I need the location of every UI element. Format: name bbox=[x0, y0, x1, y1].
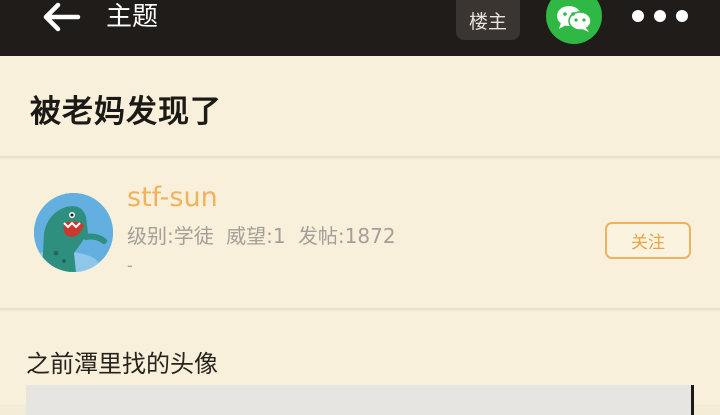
author-signature: - bbox=[127, 256, 133, 275]
post-image[interactable] bbox=[26, 385, 694, 415]
top-bar: 主题 楼主 bbox=[0, 0, 720, 56]
wechat-share-button[interactable] bbox=[546, 0, 602, 44]
avatar[interactable] bbox=[34, 193, 113, 272]
page-title: 主题 bbox=[106, 2, 159, 32]
author-card: stf-sun 级别:学徒 威望:1 发帖:1872 - 关注 bbox=[0, 160, 720, 310]
follow-button[interactable]: 关注 bbox=[605, 222, 691, 259]
more-button[interactable] bbox=[630, 4, 690, 28]
author-name[interactable]: stf-sun bbox=[127, 182, 218, 213]
post-title-section: 被老妈发现了 bbox=[0, 56, 720, 158]
post-title: 被老妈发现了 bbox=[30, 94, 222, 130]
author-reputation: 威望:1 bbox=[226, 224, 286, 248]
back-button[interactable] bbox=[38, 0, 86, 34]
author-post-count: 发帖:1872 bbox=[297, 224, 396, 248]
post-content: 之前潭里找的头像 bbox=[0, 312, 720, 415]
wechat-icon bbox=[555, 4, 593, 38]
more-dots-icon bbox=[632, 10, 644, 22]
more-dots-icon bbox=[654, 10, 666, 22]
author-stats: 级别:学徒 威望:1 发帖:1872 bbox=[127, 220, 402, 249]
arrow-left-icon bbox=[42, 2, 82, 32]
more-dots-icon bbox=[676, 10, 688, 22]
only-owner-button[interactable]: 楼主 bbox=[456, 0, 520, 40]
author-level: 级别:学徒 bbox=[127, 224, 214, 248]
post-body-text: 之前潭里找的头像 bbox=[26, 350, 218, 378]
